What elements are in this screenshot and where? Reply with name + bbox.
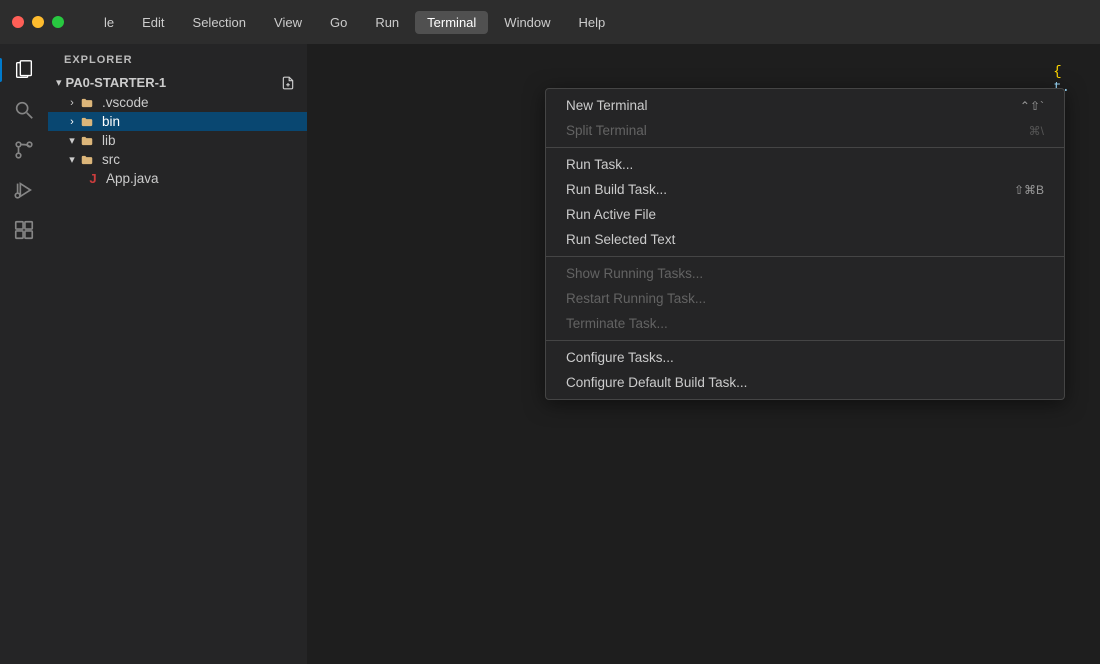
bin-label: bin <box>102 114 299 129</box>
menu-configure-default-build-task[interactable]: Configure Default Build Task... <box>546 370 1064 395</box>
chevron-right-icon: › <box>64 97 80 109</box>
menu-window[interactable]: Window <box>492 11 562 34</box>
activity-source-control[interactable] <box>6 132 42 168</box>
menu-restart-running-task: Restart Running Task... <box>546 286 1064 311</box>
menu-split-terminal: Split Terminal ⌘\ <box>546 118 1064 143</box>
terminate-task-label: Terminate Task... <box>566 316 668 331</box>
menu-run-build-task[interactable]: Run Build Task... ⇧⌘B <box>546 177 1064 202</box>
menu-run-task[interactable]: Run Task... <box>546 152 1064 177</box>
src-label: src <box>102 152 299 167</box>
activity-extensions[interactable] <box>6 212 42 248</box>
folder-icon-bin <box>80 115 98 129</box>
menu-show-running-tasks: Show Running Tasks... <box>546 261 1064 286</box>
menu-run-selected-text[interactable]: Run Selected Text <box>546 227 1064 252</box>
menu-view[interactable]: View <box>262 11 314 34</box>
separator-2 <box>546 256 1064 257</box>
terminal-dropdown-menu: New Terminal ⌃⇧` Split Terminal ⌘\ Run T… <box>545 88 1065 400</box>
minimize-button[interactable] <box>32 16 44 28</box>
split-terminal-label: Split Terminal <box>566 123 647 138</box>
separator-3 <box>546 340 1064 341</box>
run-build-task-shortcut: ⇧⌘B <box>1014 183 1044 197</box>
menu-terminal[interactable]: Terminal <box>415 11 488 34</box>
activity-bar <box>0 44 48 664</box>
folder-icon <box>80 96 98 110</box>
folder-open-icon-lib <box>80 134 98 148</box>
vscode-label: .vscode <box>102 95 299 110</box>
menu-terminate-task: Terminate Task... <box>546 311 1064 336</box>
java-file-icon: J <box>84 171 102 186</box>
new-file-icon[interactable] <box>277 76 299 90</box>
tree-item-src[interactable]: ▾ src <box>48 150 307 169</box>
new-terminal-label: New Terminal <box>566 98 648 113</box>
root-folder-label: PA0-STARTER-1 <box>66 75 277 90</box>
tree-item-vscode[interactable]: › .vscode <box>48 93 307 112</box>
configure-tasks-label: Configure Tasks... <box>566 350 674 365</box>
lib-label: lib <box>102 133 299 148</box>
run-build-task-label: Run Build Task... <box>566 182 667 197</box>
close-button[interactable] <box>12 16 24 28</box>
menu-file[interactable]: le <box>92 11 126 34</box>
sidebar: EXPLORER ▾ PA0-STARTER-1 › .vscode <box>48 44 308 664</box>
menu-help[interactable]: Help <box>567 11 618 34</box>
chevron-down-icon-lib: ▾ <box>64 134 80 147</box>
menu-run[interactable]: Run <box>363 11 411 34</box>
tree-item-lib[interactable]: ▾ lib <box>48 131 307 150</box>
activity-explorer[interactable] <box>6 52 42 88</box>
root-folder-row[interactable]: ▾ PA0-STARTER-1 <box>48 72 307 93</box>
configure-default-build-task-label: Configure Default Build Task... <box>566 375 747 390</box>
folder-open-icon-src <box>80 153 98 167</box>
menu-new-terminal[interactable]: New Terminal ⌃⇧` <box>546 93 1064 118</box>
restart-running-task-label: Restart Running Task... <box>566 291 706 306</box>
show-running-tasks-label: Show Running Tasks... <box>566 266 703 281</box>
menu-selection[interactable]: Selection <box>181 11 258 34</box>
separator-1 <box>546 147 1064 148</box>
activity-run-debug[interactable] <box>6 172 42 208</box>
chevron-down-icon: ▾ <box>56 76 62 89</box>
window-controls <box>0 0 80 44</box>
new-terminal-shortcut: ⌃⇧` <box>1020 99 1044 113</box>
appjava-label: App.java <box>106 171 299 186</box>
split-terminal-shortcut: ⌘\ <box>1029 124 1044 138</box>
chevron-down-icon-src: ▾ <box>64 153 80 166</box>
main-area: EXPLORER ▾ PA0-STARTER-1 › .vscode <box>0 44 1100 664</box>
run-task-label: Run Task... <box>566 157 633 172</box>
menu-configure-tasks[interactable]: Configure Tasks... <box>546 345 1064 370</box>
menu-items: le Edit Selection View Go Run Terminal W… <box>92 11 617 34</box>
run-active-file-label: Run Active File <box>566 207 656 222</box>
sidebar-title: EXPLORER <box>48 44 307 72</box>
chevron-right-icon-bin: › <box>64 116 80 128</box>
maximize-button[interactable] <box>52 16 64 28</box>
menu-edit[interactable]: Edit <box>130 11 176 34</box>
activity-search[interactable] <box>6 92 42 128</box>
run-selected-text-label: Run Selected Text <box>566 232 675 247</box>
menu-run-active-file[interactable]: Run Active File <box>546 202 1064 227</box>
tree-item-appjava[interactable]: J App.java <box>48 169 307 188</box>
menubar: le Edit Selection View Go Run Terminal W… <box>0 0 1100 44</box>
tree-item-bin[interactable]: › bin <box>48 112 307 131</box>
menu-go[interactable]: Go <box>318 11 359 34</box>
